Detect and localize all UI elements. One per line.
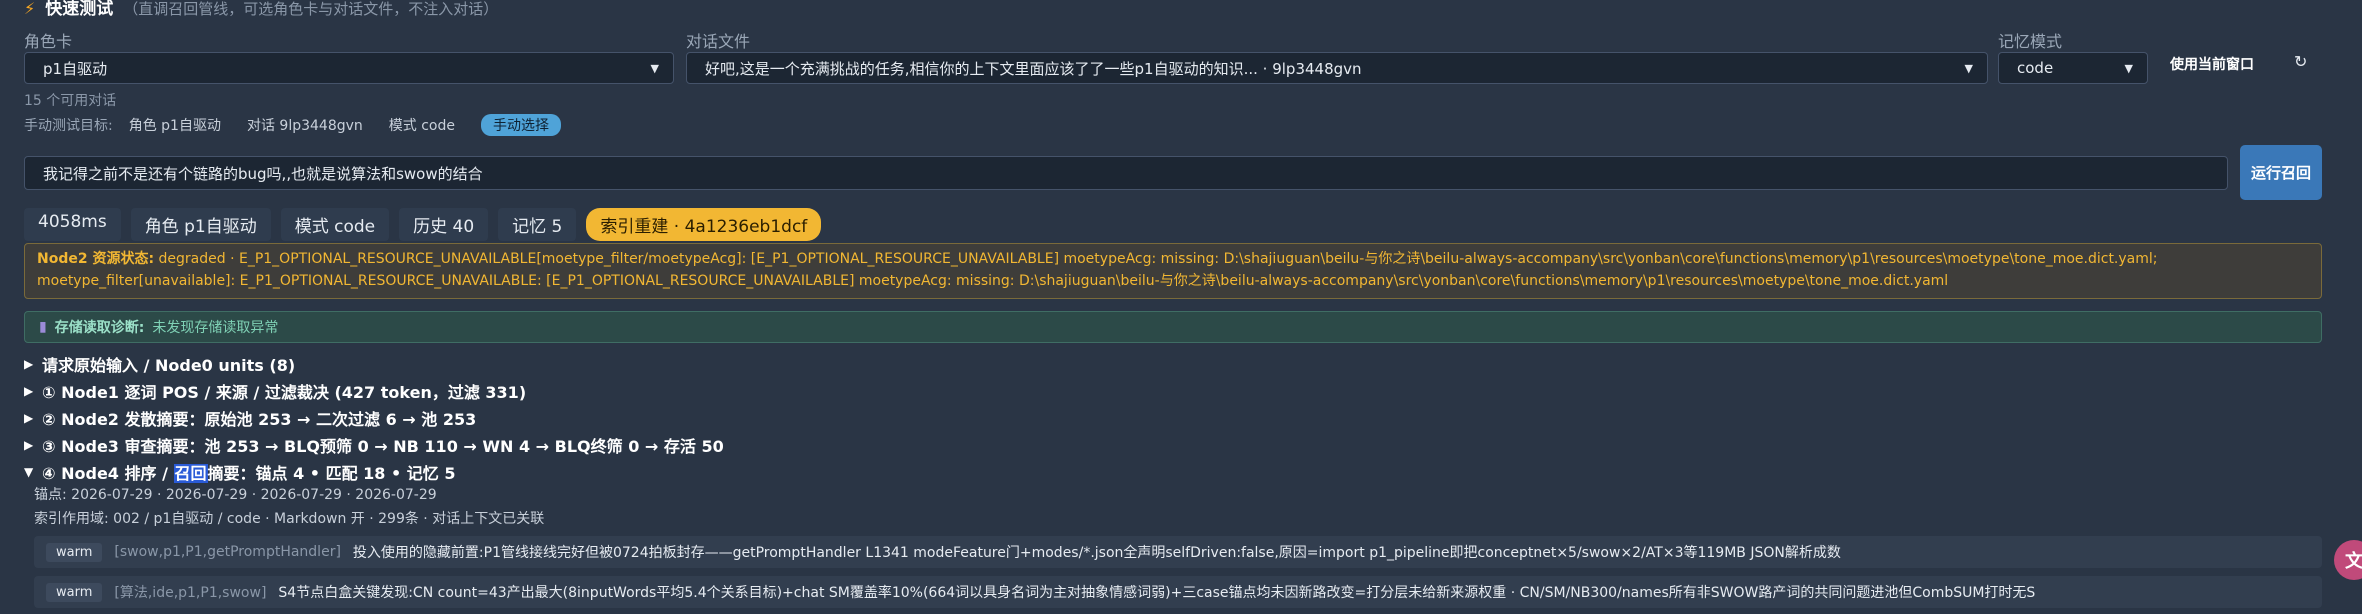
node1-toggle[interactable]: ▶ ① Node1 逐词 POS / 来源 / 过滤裁决 (427 token，… <box>24 379 526 403</box>
node-label: ② Node2 发散摘要：原始池 253 → 二次过滤 6 → 池 253 <box>42 410 477 429</box>
caret-down-icon: ▼ <box>24 465 34 479</box>
storage-diagnosis: ▮ 存储读取诊断: 未发现存储读取异常 <box>24 311 2322 343</box>
index-rebuild-badge: 索引重建 · 4a1236eb1dcf <box>586 208 822 241</box>
stat-history: 历史 40 <box>399 208 489 241</box>
node2-toggle[interactable]: ▶ ② Node2 发散摘要：原始池 253 → 二次过滤 6 → 池 253 <box>24 406 476 430</box>
log-text: S4节点白盒关键发现:CN count=43产出最大(8inputWords平均… <box>278 585 2036 601</box>
node2-resource-warning: Node2 资源状态: degraded · E_P1_OPTIONAL_RES… <box>24 243 2322 299</box>
log-tag: [算法,ide,p1,P1,swow] <box>114 585 267 601</box>
target-role: 角色 p1自驱动 <box>128 118 221 134</box>
node3-toggle[interactable]: ▶ ③ Node3 审查摘要：池 253 → BLQ预筛 0 → NB 110 … <box>24 433 724 457</box>
chevron-down-icon: ▼ <box>650 61 659 75</box>
node-label: 请求原始输入 / Node0 units (8) <box>42 356 296 375</box>
mode-select[interactable]: code ▼ <box>1998 52 2148 84</box>
node4-toggle[interactable]: ▼ ④ Node4 排序 / 召回摘要：锚点 4 • 匹配 18 • 记忆 5 <box>24 460 456 484</box>
refresh-icon[interactable]: ↻ <box>2294 52 2307 71</box>
run-recall-button[interactable]: 运行召回 <box>2240 145 2322 200</box>
caret-right-icon: ▶ <box>24 357 34 371</box>
section-title: 快速测试 <box>45 0 114 19</box>
target-dialog: 对话 9lp3448gvn <box>246 118 363 134</box>
manual-select-badge[interactable]: 手动选择 <box>481 114 561 136</box>
diagnosis-text: 未发现存储读取异常 <box>152 320 279 336</box>
translate-icon[interactable]: 文 <box>2334 540 2362 580</box>
available-count: 15 个可用对话 <box>24 93 117 109</box>
manual-target-row: 手动测试目标: 角色 p1自驱动 对话 9lp3448gvn 模式 code 手… <box>24 114 561 136</box>
index-scope-line: 索引作用域: 002 / p1自驱动 / code · Markdown 开 ·… <box>34 511 545 527</box>
anchor-label: 锚点: <box>34 487 67 503</box>
chevron-down-icon: ▼ <box>1964 61 1973 75</box>
stat-mode: 模式 code <box>280 208 390 241</box>
anchor-dates: 2026-07-29 · 2026-07-29 · 2026-07-29 · 2… <box>71 487 437 503</box>
mode-select-value: code <box>2017 59 2054 77</box>
target-label: 手动测试目标: <box>24 118 113 134</box>
warning-label: Node2 资源状态: <box>37 251 155 267</box>
section-header: ⚡ 快速测试 （直调召回管线，可选角色卡与对话文件，不注入对话） <box>24 0 498 19</box>
bolt-icon: ⚡ <box>24 0 36 18</box>
log-tag: [swow,p1,P1,getPromptHandler] <box>114 544 341 560</box>
role-select[interactable]: p1自驱动 ▼ <box>24 52 674 84</box>
stat-elapsed: 4058ms <box>24 208 121 241</box>
log-row: warm [算法,ide,p1,P1,swow] S4节点白盒关键发现:CN c… <box>34 576 2322 608</box>
query-input[interactable]: 我记得之前不是还有个链路的bug吗,,也就是说算法和swow的结合 <box>24 156 2228 190</box>
stat-role: 角色 p1自驱动 <box>130 208 271 241</box>
mode-label: 记忆模式 <box>1998 32 2063 51</box>
role-select-value: p1自驱动 <box>43 59 108 78</box>
role-label: 角色卡 <box>24 32 73 51</box>
log-text: 投入使用的隐藏前置:P1管线接线完好但被0724拍板封存——getPromptH… <box>352 545 1841 561</box>
anchor-line: 锚点: 2026-07-29 · 2026-07-29 · 2026-07-29… <box>34 484 437 504</box>
warning-text: degraded · E_P1_OPTIONAL_RESOURCE_UNAVAI… <box>37 251 2158 289</box>
log-level: warm <box>46 582 103 602</box>
node-label: ① Node1 逐词 POS / 来源 / 过滤裁决 (427 token，过滤… <box>42 383 527 402</box>
diagnosis-label: 存储读取诊断: <box>54 320 145 336</box>
node4-label: ④ Node4 排序 / 召回摘要：锚点 4 • 匹配 18 • 记忆 5 <box>42 464 456 483</box>
section-hint: （直调召回管线，可选角色卡与对话文件，不注入对话） <box>123 0 499 18</box>
stats-row: 4058ms 角色 p1自驱动 模式 code 历史 40 记忆 5 索引重建 … <box>24 208 822 241</box>
caret-right-icon: ▶ <box>24 438 34 452</box>
stat-memory: 记忆 5 <box>498 208 577 241</box>
log-level: warm <box>46 542 103 562</box>
caret-right-icon: ▶ <box>24 384 34 398</box>
dialog-select-value: 好吧,这是一个充满挑战的任务,相信你的上下文里面应该了了一些p1自驱动的知识..… <box>705 59 1362 78</box>
query-input-value: 我记得之前不是还有个链路的bug吗,,也就是说算法和swow的结合 <box>43 164 483 183</box>
caret-right-icon: ▶ <box>24 411 34 425</box>
storage-icon: ▮ <box>39 319 47 335</box>
node-label: ③ Node3 审查摘要：池 253 → BLQ预筛 0 → NB 110 → … <box>42 437 724 456</box>
chevron-down-icon: ▼ <box>2124 61 2133 75</box>
dialog-label: 对话文件 <box>686 32 751 51</box>
log-row: warm [swow,p1,P1,getPromptHandler] 投入使用的… <box>34 536 2322 568</box>
dialog-select[interactable]: 好吧,这是一个充满挑战的任务,相信你的上下文里面应该了了一些p1自驱动的知识..… <box>686 52 1988 84</box>
target-mode: 模式 code <box>388 118 455 134</box>
node0-toggle[interactable]: ▶ 请求原始输入 / Node0 units (8) <box>24 352 295 376</box>
use-current-window-button[interactable]: 使用当前窗口 <box>2170 54 2254 74</box>
